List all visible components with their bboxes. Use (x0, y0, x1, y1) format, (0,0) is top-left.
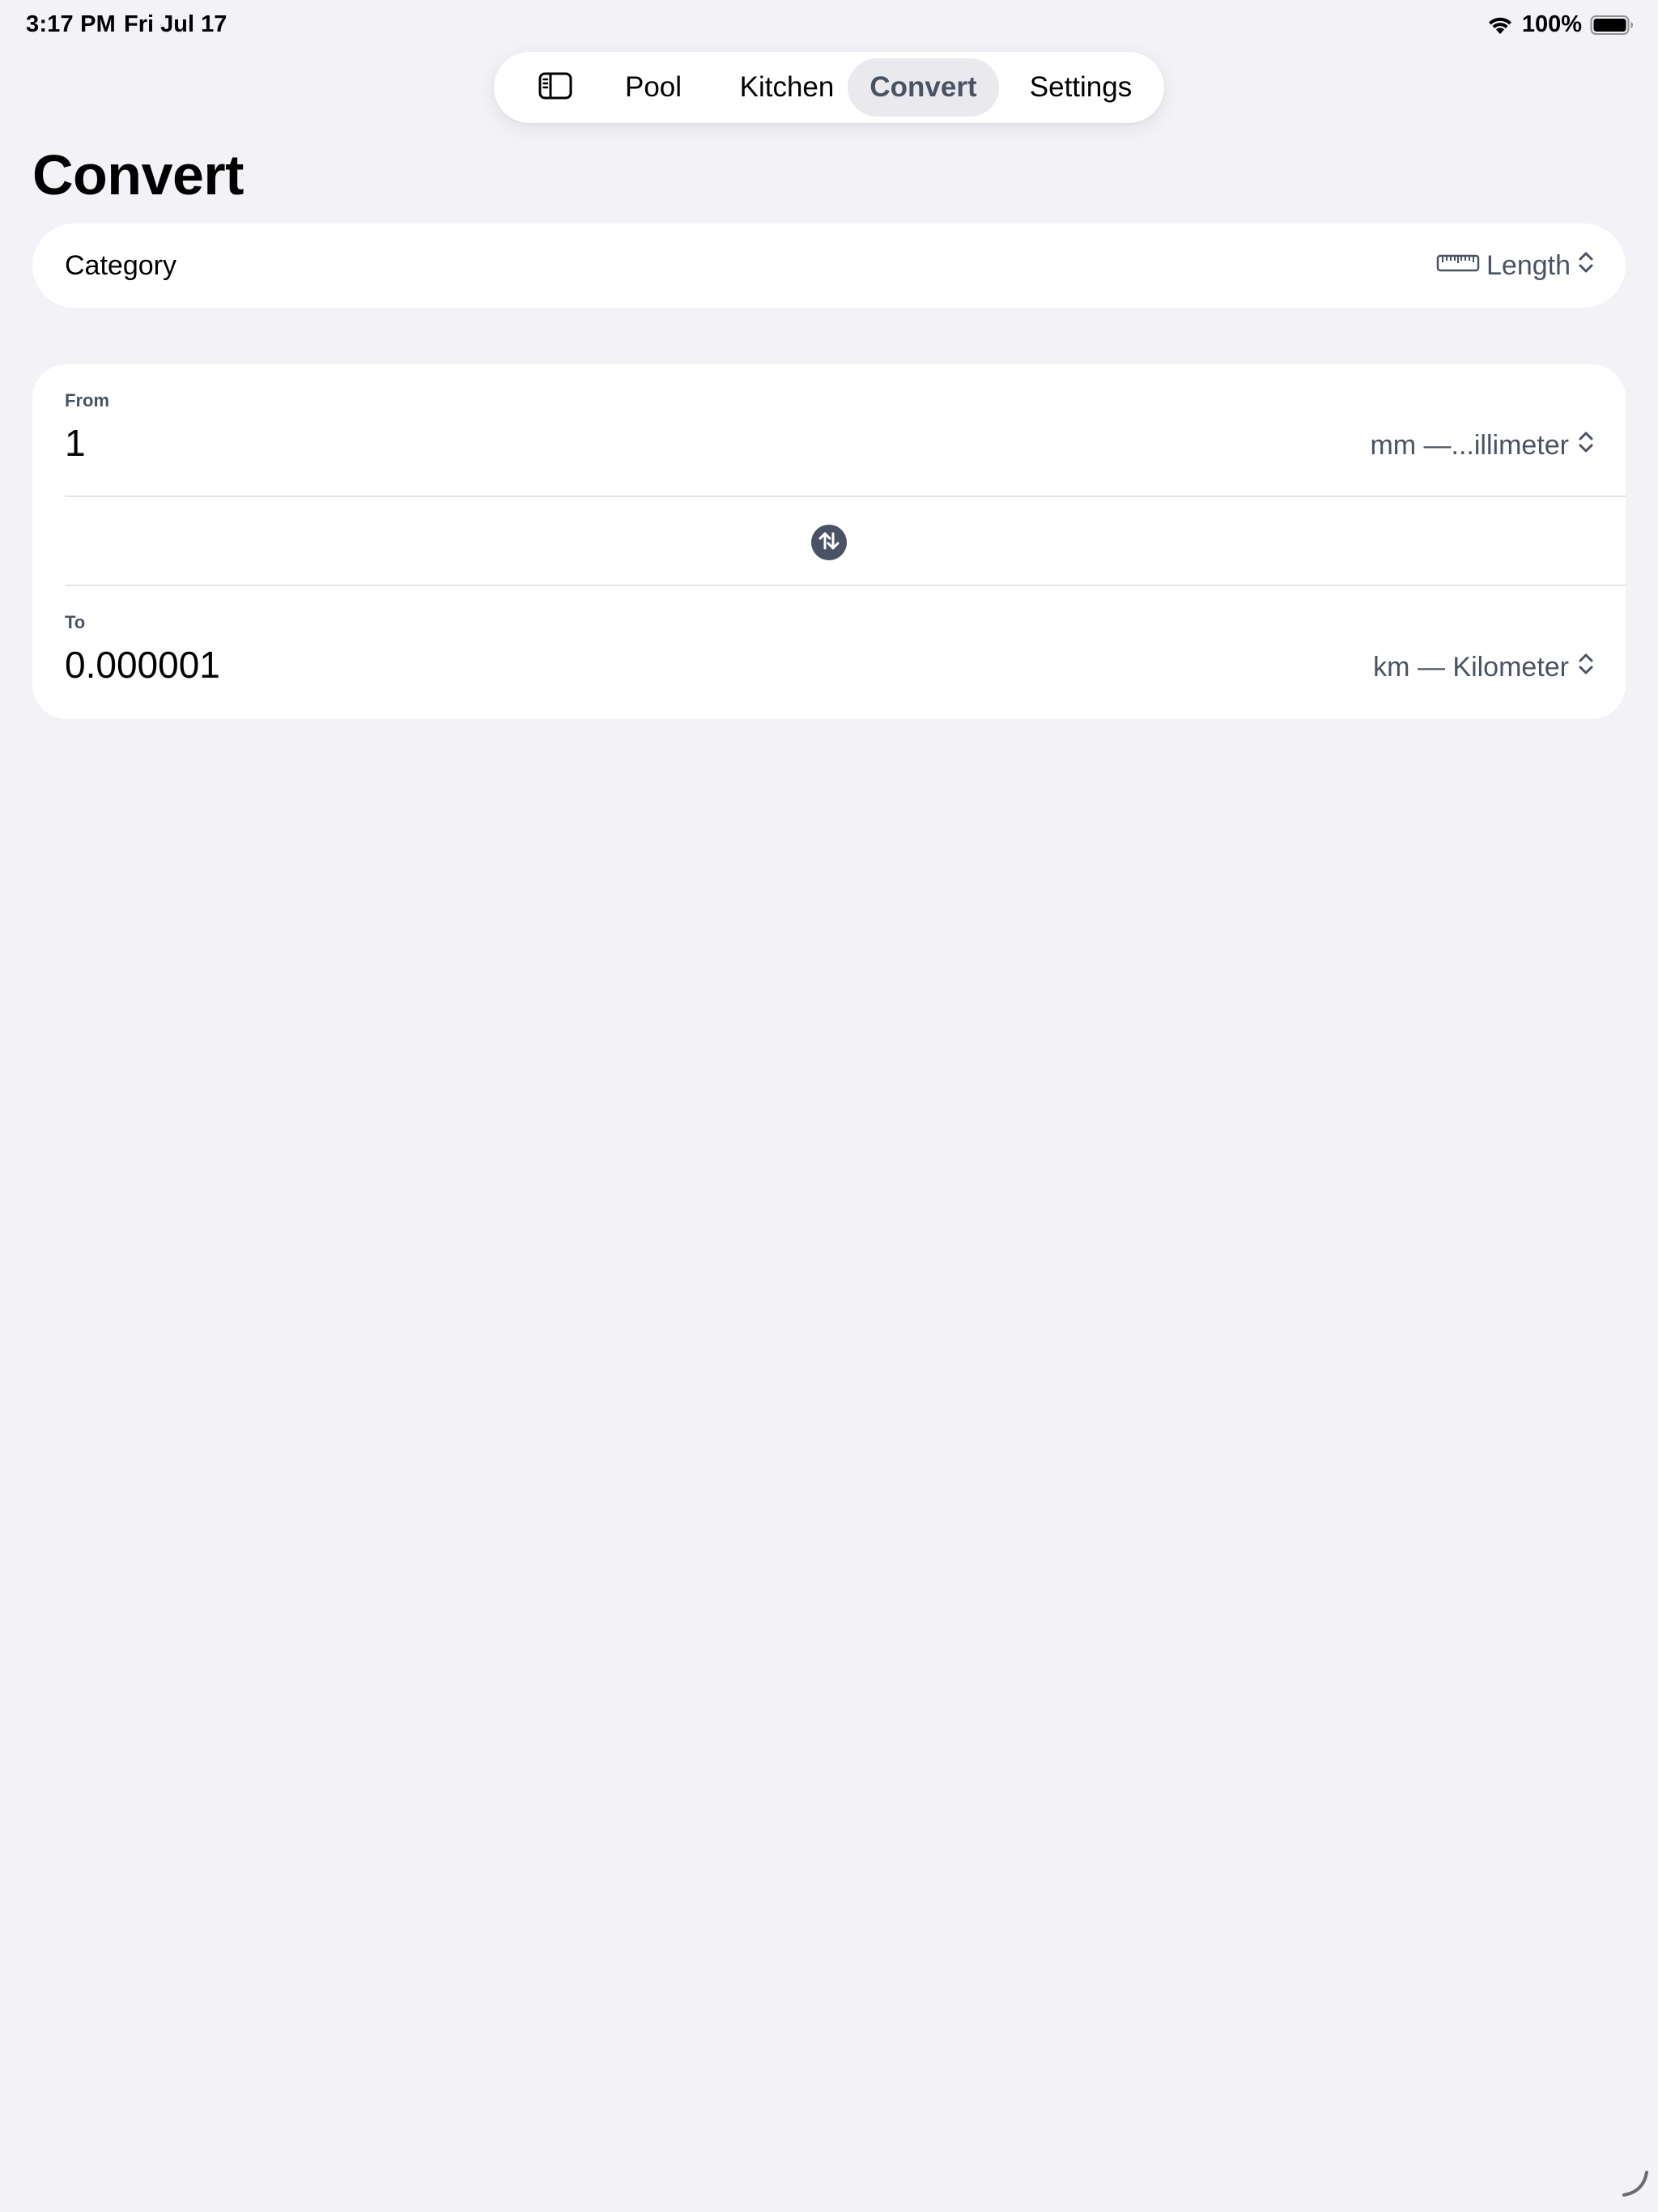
chevron-up-down-icon (1577, 429, 1595, 462)
converter-card: From mm —...illimeter To 0.000001 (32, 364, 1626, 719)
battery-full-icon (1590, 15, 1634, 36)
chevron-up-down-icon (1577, 651, 1595, 684)
divider (65, 585, 1626, 586)
to-unit-picker[interactable]: km — Kilometer (1373, 636, 1595, 698)
from-unit-picker[interactable]: mm —...illimeter (1370, 415, 1595, 476)
from-label: From (65, 390, 109, 410)
battery-percent: 100% (1521, 11, 1582, 37)
category-value: Length (1486, 249, 1571, 281)
status-time: 3:17 PM (26, 11, 116, 37)
sidebar-toggle-button[interactable] (526, 70, 585, 105)
category-row: Category Length (32, 223, 1626, 308)
tab-pool[interactable]: Pool (597, 58, 710, 117)
sidebar-toggle-icon (538, 72, 572, 104)
status-indicators: 100% (1486, 11, 1634, 38)
category-label: Category (65, 250, 176, 281)
category-picker[interactable]: Length (1436, 223, 1595, 308)
divider (65, 496, 1626, 497)
to-label: To (65, 612, 86, 632)
page-title: Convert (32, 143, 244, 206)
wifi-icon (1486, 15, 1514, 36)
tab-kitchen[interactable]: Kitchen (718, 58, 856, 117)
tab-settings[interactable]: Settings (1007, 58, 1154, 117)
ruler-icon (1436, 250, 1480, 282)
to-unit-label: km — Kilometer (1373, 651, 1569, 683)
from-unit-label: mm —...illimeter (1370, 429, 1569, 461)
to-value: 0.000001 (65, 644, 220, 686)
top-tab-bar: Pool Kitchen Convert Settings (494, 52, 1164, 123)
tab-convert[interactable]: Convert (848, 58, 999, 117)
chevron-up-down-icon (1577, 249, 1595, 283)
status-bar: 3:17 PM Fri Jul 17 100% (0, 0, 1658, 53)
swap-arrows-icon (817, 530, 841, 555)
window-resize-handle[interactable] (1619, 2167, 1652, 2204)
swap-units-button[interactable] (811, 525, 847, 560)
from-value-input[interactable] (65, 421, 874, 465)
status-date: Fri Jul 17 (124, 11, 227, 37)
